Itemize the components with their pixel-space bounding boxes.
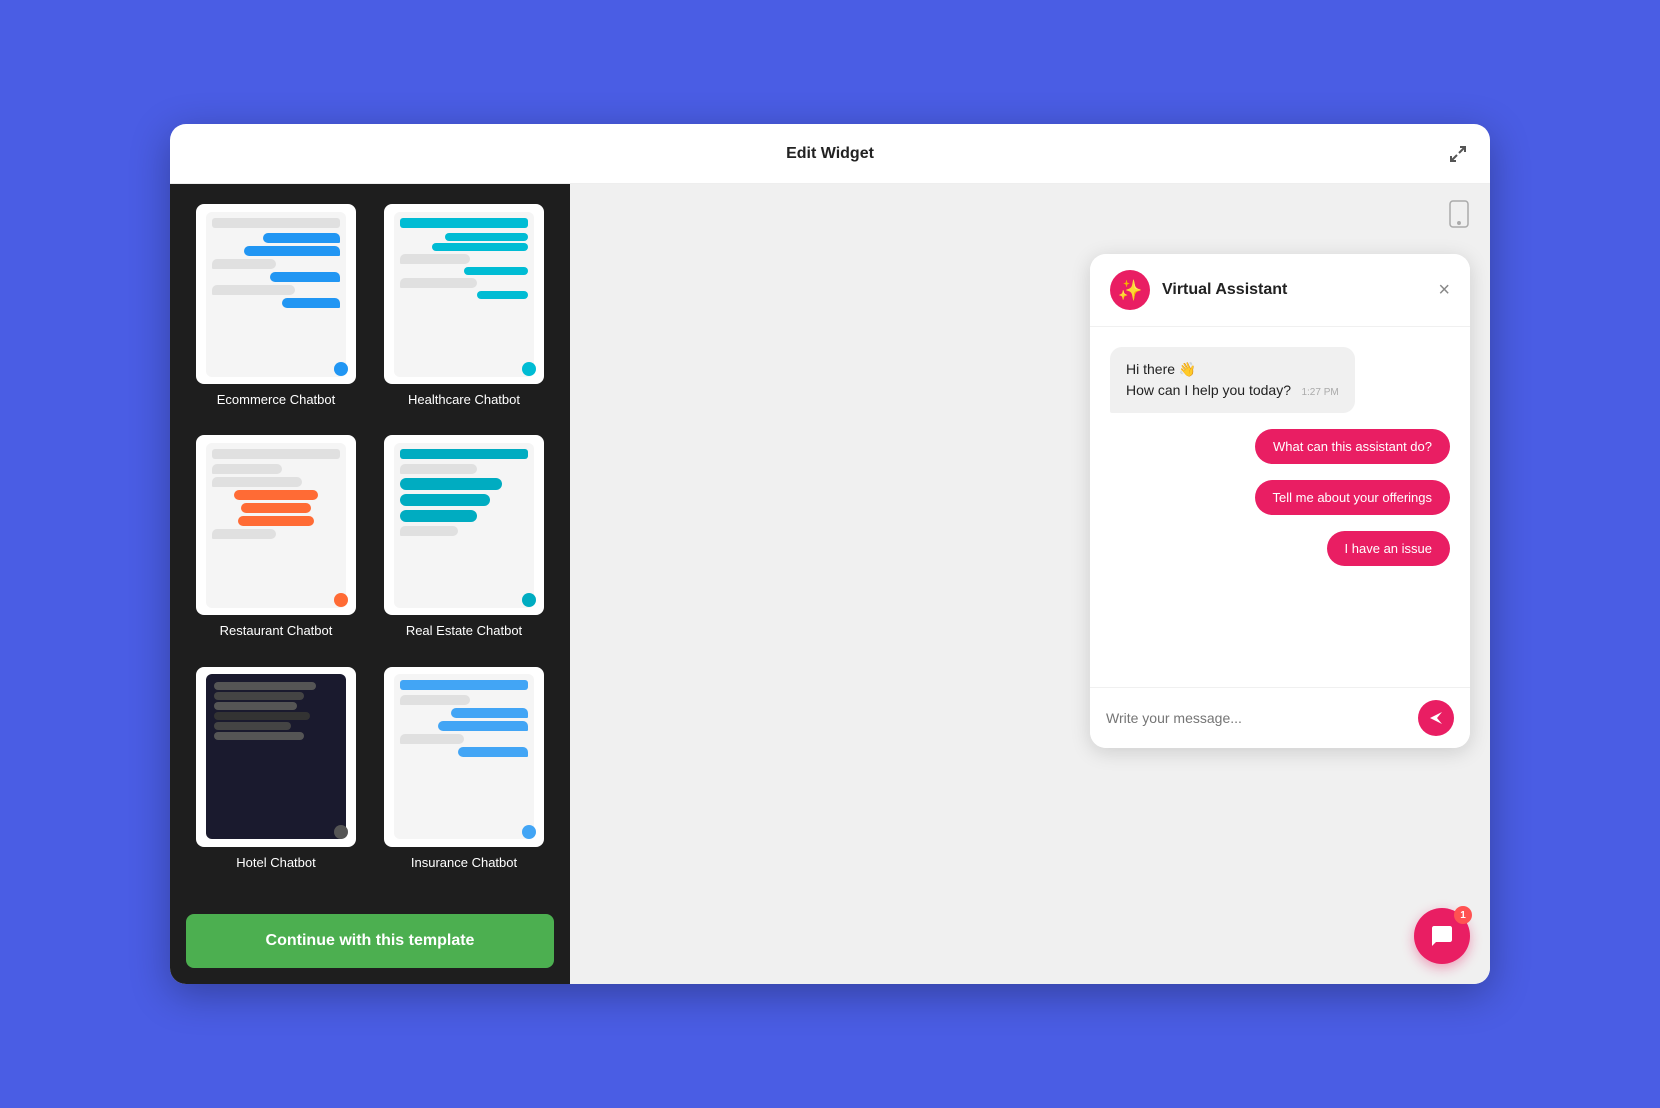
template-dot-ecommerce [334, 362, 348, 376]
left-panel: Ecommerce Chatbot [170, 184, 570, 984]
floating-badge: 1 [1454, 906, 1472, 924]
template-name-hotel: Hotel Chatbot [236, 855, 316, 870]
message-time: 1:27 PM [1301, 387, 1338, 398]
header: Edit Widget [170, 124, 1490, 184]
chat-close-button[interactable]: × [1438, 279, 1450, 302]
templates-grid: Ecommerce Chatbot [170, 184, 570, 902]
message-bot-text: Hi there 👋How can I help you today? [1126, 361, 1291, 398]
template-dot-healthcare [522, 362, 536, 376]
template-preview-healthcare [384, 204, 544, 384]
template-name-restaurant: Restaurant Chatbot [220, 623, 333, 638]
send-button[interactable] [1418, 700, 1454, 736]
template-preview-insurance [384, 667, 544, 847]
template-item-hotel[interactable]: Hotel Chatbot [190, 667, 362, 882]
template-name-insurance: Insurance Chatbot [411, 855, 517, 870]
template-item-restaurant[interactable]: Restaurant Chatbot [190, 435, 362, 650]
template-preview-ecommerce [196, 204, 356, 384]
chat-messages: Hi there 👋How can I help you today? 1:27… [1090, 327, 1470, 687]
right-panel: ✨ Virtual Assistant × Hi there 👋How can … [570, 184, 1490, 984]
template-preview-restaurant [196, 435, 356, 615]
chat-input[interactable] [1106, 710, 1408, 726]
quick-reply-button-3[interactable]: I have an issue [1327, 531, 1450, 566]
template-item-ecommerce[interactable]: Ecommerce Chatbot [190, 204, 362, 419]
floating-chat-button[interactable]: 1 [1414, 908, 1470, 964]
template-item-insurance[interactable]: Insurance Chatbot [378, 667, 550, 882]
expand-button[interactable] [1446, 142, 1470, 166]
template-item-realestate[interactable]: Real Estate Chatbot [378, 435, 550, 650]
template-name-healthcare: Healthcare Chatbot [408, 392, 520, 407]
template-preview-hotel [196, 667, 356, 847]
continue-button[interactable]: Continue with this template [186, 914, 554, 968]
mobile-icon [1448, 200, 1470, 234]
quick-reply-button-1[interactable]: What can this assistant do? [1255, 429, 1450, 464]
template-name-realestate: Real Estate Chatbot [406, 623, 522, 638]
main-content: Ecommerce Chatbot [170, 184, 1490, 984]
main-window: Edit Widget [170, 124, 1490, 984]
chat-input-area [1090, 687, 1470, 748]
template-item-healthcare[interactable]: Healthcare Chatbot [378, 204, 550, 419]
avatar: ✨ [1110, 270, 1150, 310]
header-title: Edit Widget [786, 145, 874, 163]
chat-widget: ✨ Virtual Assistant × Hi there 👋How can … [1090, 254, 1470, 748]
chat-widget-header: ✨ Virtual Assistant × [1090, 254, 1470, 327]
template-dot-restaurant [334, 593, 348, 607]
template-dot-hotel [334, 825, 348, 839]
template-dot-realestate [522, 593, 536, 607]
quick-reply-button-2[interactable]: Tell me about your offerings [1255, 480, 1450, 515]
template-preview-realestate [384, 435, 544, 615]
chat-widget-title: Virtual Assistant [1162, 281, 1287, 299]
template-dot-insurance [522, 825, 536, 839]
message-bot-greeting: Hi there 👋How can I help you today? 1:27… [1110, 347, 1355, 413]
template-name-ecommerce: Ecommerce Chatbot [217, 392, 336, 407]
